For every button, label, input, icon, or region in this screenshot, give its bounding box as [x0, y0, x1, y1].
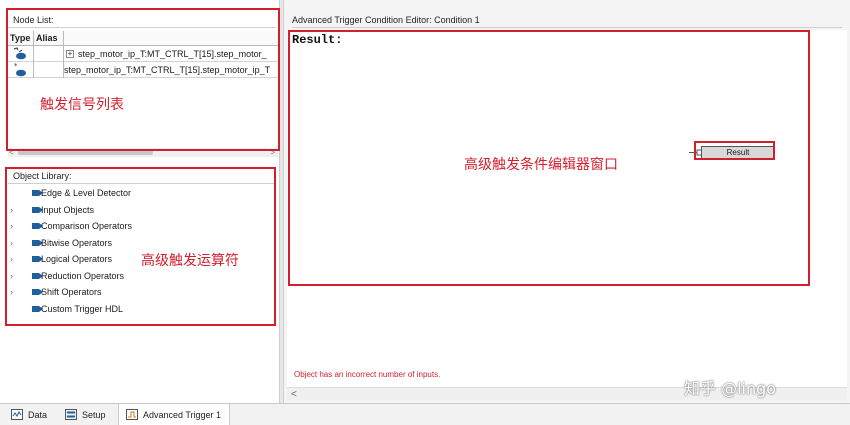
tab-setup[interactable]: Setup — [58, 404, 112, 425]
tab-advanced-trigger[interactable]: Advanced Trigger 1 — [118, 404, 230, 425]
bottom-tab-bar: Data Setup Advanced Trigger 1 — [0, 403, 850, 425]
data-icon — [11, 409, 23, 420]
node-list-highlight-box — [6, 8, 280, 151]
tab-label: Setup — [82, 410, 106, 420]
result-node-highlight-box — [694, 141, 775, 160]
tab-data[interactable]: Data — [4, 404, 52, 425]
trigger-icon — [126, 409, 138, 420]
library-annotation: 高级触发运算符 — [141, 253, 239, 269]
node-list-annotation: 触发信号列表 — [40, 97, 124, 113]
setup-icon — [65, 409, 77, 420]
watermark: 知乎 @lingo — [684, 379, 777, 398]
scroll-left-icon[interactable]: < — [291, 388, 297, 402]
error-message: Object has an incorrect number of inputs… — [294, 370, 441, 379]
tab-label: Advanced Trigger 1 — [143, 410, 222, 420]
editor-annotation: 高级触发条件编辑器窗口 — [464, 157, 618, 173]
editor-title: Advanced Trigger Condition Editor: Condi… — [292, 13, 842, 28]
library-highlight-box — [5, 167, 276, 326]
tab-label: Data — [28, 410, 48, 420]
